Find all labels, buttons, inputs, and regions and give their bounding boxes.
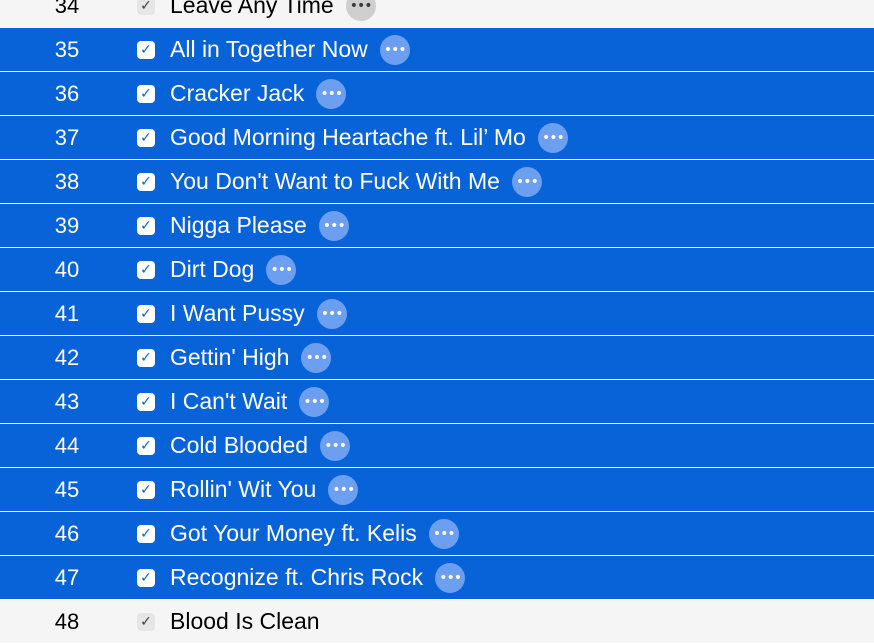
track-number: 37 (54, 125, 80, 150)
more-options-icon[interactable]: ••• (299, 386, 330, 417)
checkbox-checked-icon[interactable]: ✓ (137, 129, 155, 147)
track-title: Rollin' Wit You (170, 476, 317, 502)
track-title-group: Blood Is Clean (170, 600, 320, 643)
checkbox-checked-icon[interactable]: ✓ (137, 41, 155, 59)
track-number: 43 (54, 389, 80, 414)
track-row[interactable]: 45 ✓ Rollin' Wit You ••• (0, 468, 874, 512)
checkbox-checked-icon[interactable]: ✓ (137, 525, 155, 543)
track-number: 39 (54, 213, 80, 238)
more-options-icon[interactable]: ••• (320, 430, 351, 461)
track-row[interactable]: 46 ✓ Got Your Money ft. Kelis ••• (0, 512, 874, 556)
track-number: 42 (54, 345, 80, 370)
more-options-icon[interactable]: ••• (328, 474, 359, 505)
checkbox-checked-icon[interactable]: ✓ (137, 173, 155, 191)
more-options-icon[interactable]: ••• (316, 298, 347, 329)
track-title-group: Dirt Dog ••• (170, 248, 297, 291)
track-row[interactable]: 38 ✓ You Don't Want to Fuck With Me ••• (0, 160, 874, 204)
track-row[interactable]: 42 ✓ Gettin' High ••• (0, 336, 874, 380)
track-title: Cold Blooded (170, 432, 309, 458)
track-title-group: Gettin' High ••• (170, 336, 332, 379)
track-title: All in Together Now (170, 36, 368, 62)
track-title: You Don't Want to Fuck With Me (170, 168, 500, 194)
track-row[interactable]: 35 ✓ All in Together Now ••• (0, 28, 874, 72)
track-row[interactable]: 36 ✓ Cracker Jack ••• (0, 72, 874, 116)
track-title-group: Good Morning Heartache ft. Lil’ Mo ••• (170, 116, 568, 159)
track-title: I Can't Wait (170, 388, 288, 414)
more-options-icon[interactable]: ••• (318, 210, 349, 241)
track-row[interactable]: 43 ✓ I Can't Wait ••• (0, 380, 874, 424)
track-title: I Want Pussy (170, 300, 305, 326)
checkbox-checked-icon[interactable]: ✓ (137, 305, 155, 323)
checkbox-checked-icon[interactable]: ✓ (137, 85, 155, 103)
track-title-group: Cracker Jack ••• (170, 72, 347, 115)
track-title-group: Leave Any Time ••• (170, 0, 376, 27)
track-row[interactable]: 47 ✓ Recognize ft. Chris Rock ••• (0, 556, 874, 600)
track-number: 34 (54, 0, 80, 18)
more-options-icon[interactable]: ••• (428, 518, 459, 549)
track-title-group: I Want Pussy ••• (170, 292, 347, 335)
more-options-icon[interactable]: ••• (345, 0, 376, 21)
more-options-icon[interactable]: ••• (537, 122, 568, 153)
track-title-group: You Don't Want to Fuck With Me ••• (170, 160, 542, 203)
track-title-group: I Can't Wait ••• (170, 380, 330, 423)
track-title: Got Your Money ft. Kelis (170, 520, 417, 546)
track-number: 35 (54, 37, 80, 62)
track-row[interactable]: 41 ✓ I Want Pussy ••• (0, 292, 874, 336)
track-number: 46 (54, 521, 80, 546)
track-number: 41 (54, 301, 80, 326)
checkbox-checked-icon[interactable]: ✓ (137, 437, 155, 455)
track-number: 47 (54, 565, 80, 590)
track-row[interactable]: 48 ✓ Blood Is Clean (0, 600, 874, 644)
more-options-icon[interactable]: ••• (511, 166, 542, 197)
track-row[interactable]: 39 ✓ Nigga Please ••• (0, 204, 874, 248)
track-title-group: Got Your Money ft. Kelis ••• (170, 512, 459, 555)
track-title: Cracker Jack (170, 80, 305, 106)
track-title-group: Rollin' Wit You ••• (170, 468, 359, 511)
checkbox-checked-icon[interactable]: ✓ (137, 261, 155, 279)
track-title-group: Cold Blooded ••• (170, 424, 351, 467)
track-number: 44 (54, 433, 80, 458)
track-number: 48 (54, 609, 80, 634)
track-number: 36 (54, 81, 80, 106)
more-options-icon[interactable]: ••• (266, 254, 297, 285)
track-row[interactable]: 44 ✓ Cold Blooded ••• (0, 424, 874, 468)
track-row[interactable]: 40 ✓ Dirt Dog ••• (0, 248, 874, 292)
track-title-group: Recognize ft. Chris Rock ••• (170, 556, 466, 599)
checkbox-checked-icon[interactable]: ✓ (137, 0, 155, 15)
track-list: 34 ✓ Leave Any Time ••• 35 ✓ All in Toge… (0, 0, 874, 644)
track-title: Nigga Please (170, 212, 307, 238)
track-number: 40 (54, 257, 80, 282)
track-title-group: All in Together Now ••• (170, 28, 410, 71)
checkbox-checked-icon[interactable]: ✓ (137, 569, 155, 587)
checkbox-checked-icon[interactable]: ✓ (137, 613, 155, 631)
checkbox-checked-icon[interactable]: ✓ (137, 349, 155, 367)
track-title: Good Morning Heartache ft. Lil’ Mo (170, 124, 526, 150)
checkbox-checked-icon[interactable]: ✓ (137, 481, 155, 499)
track-title-group: Nigga Please ••• (170, 204, 349, 247)
track-number: 38 (54, 169, 80, 194)
track-row[interactable]: 34 ✓ Leave Any Time ••• (0, 0, 874, 28)
more-options-icon[interactable]: ••• (301, 342, 332, 373)
track-row[interactable]: 37 ✓ Good Morning Heartache ft. Lil’ Mo … (0, 116, 874, 160)
track-title: Recognize ft. Chris Rock (170, 564, 424, 590)
checkbox-checked-icon[interactable]: ✓ (137, 393, 155, 411)
more-options-icon[interactable]: ••• (316, 78, 347, 109)
track-number: 45 (54, 477, 80, 502)
checkbox-checked-icon[interactable]: ✓ (137, 217, 155, 235)
more-options-icon[interactable]: ••• (435, 562, 466, 593)
more-options-icon[interactable]: ••• (379, 34, 410, 65)
track-title: Blood Is Clean (170, 608, 320, 634)
track-title: Gettin' High (170, 344, 290, 370)
track-title: Leave Any Time (170, 0, 334, 18)
track-title: Dirt Dog (170, 256, 255, 282)
